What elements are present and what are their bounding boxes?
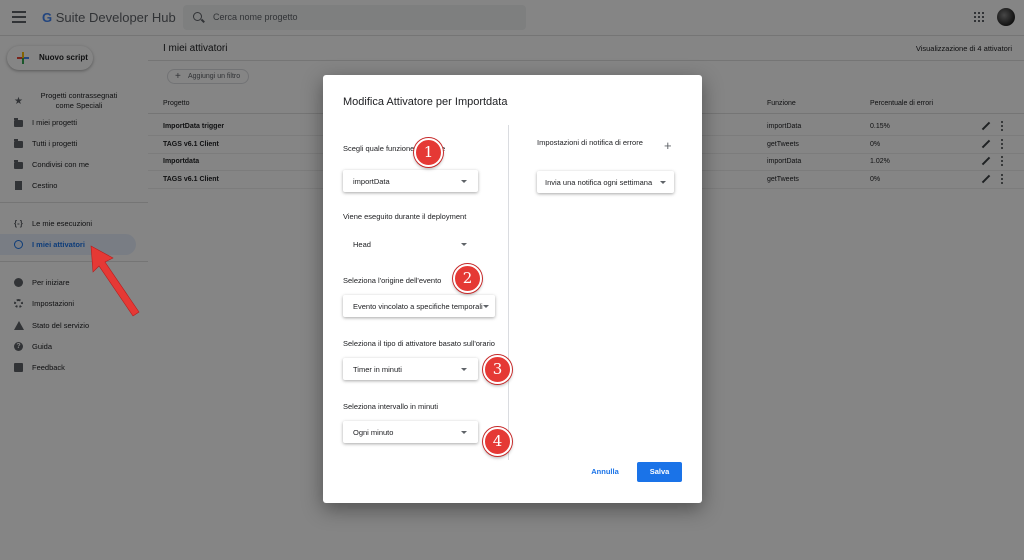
save-button[interactable]: Salva <box>637 462 682 482</box>
annotation-badge-2: 2 <box>453 264 482 293</box>
notification-settings-label: Impostazioni di notifica di errore <box>537 138 643 147</box>
column-divider <box>508 125 509 460</box>
dropdown-arrow-icon <box>660 181 666 184</box>
dropdown-arrow-icon <box>461 243 467 246</box>
function-select[interactable]: importData <box>343 170 478 192</box>
deployment-label: Viene eseguito durante il deployment <box>343 212 467 221</box>
annotation-badge-4: 4 <box>483 427 512 456</box>
annotation-arrow <box>90 245 140 317</box>
dropdown-arrow-icon <box>461 368 467 371</box>
deployment-select[interactable]: Head <box>343 233 478 255</box>
dialog-title: Modifica Attivatore per Importdata <box>343 96 508 108</box>
trigger-type-label: Seleziona il tipo di attivatore basato s… <box>343 339 495 348</box>
add-notification-plus-icon[interactable]: + <box>664 139 672 152</box>
annotation-badge-1: 1 <box>414 138 443 167</box>
edit-trigger-dialog: Modifica Attivatore per Importdata Scegl… <box>323 75 702 503</box>
trigger-type-select[interactable]: Timer in minuti <box>343 358 478 380</box>
dropdown-arrow-icon <box>483 305 489 308</box>
notification-frequency-select[interactable]: Invia una notifica ogni settimana <box>537 171 674 193</box>
event-source-select[interactable]: Evento vincolato a specifiche temporali <box>343 295 495 317</box>
event-source-label: Seleziona l'origine dell'evento <box>343 276 442 285</box>
cancel-button[interactable]: Annulla <box>585 463 625 481</box>
interval-select[interactable]: Ogni minuto <box>343 421 478 443</box>
annotation-badge-3: 3 <box>483 355 512 384</box>
dropdown-arrow-icon <box>461 180 467 183</box>
dropdown-arrow-icon <box>461 431 467 434</box>
interval-label: Seleziona intervallo in minuti <box>343 402 439 411</box>
